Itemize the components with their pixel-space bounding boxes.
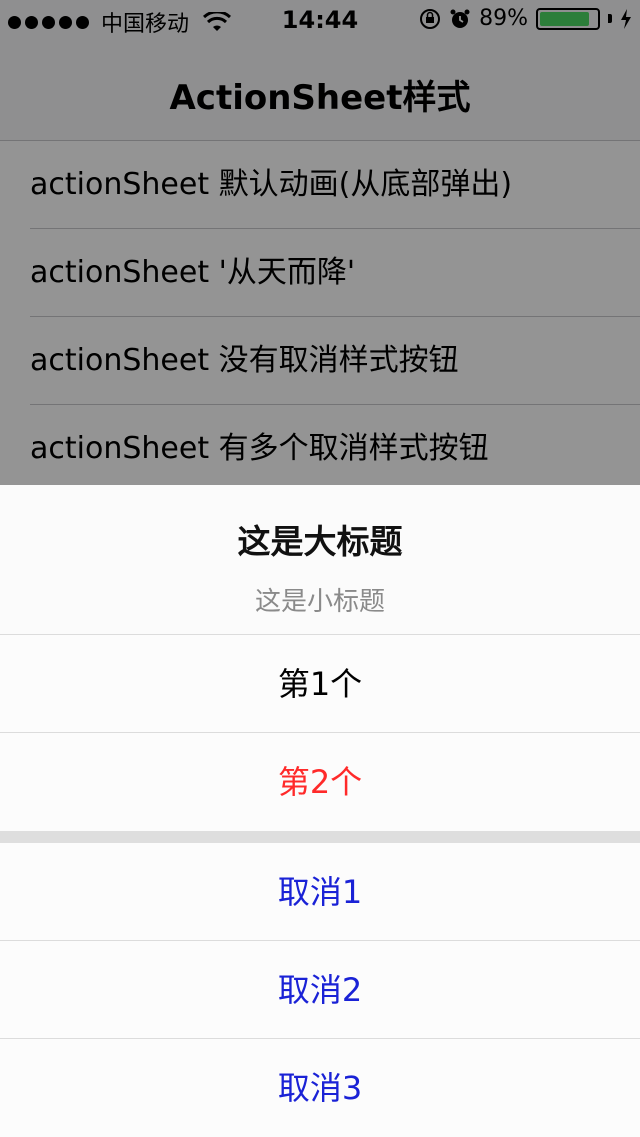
cancel-button-3[interactable]: 取消3 <box>0 1039 640 1137</box>
option-button-1[interactable]: 第1个 <box>0 635 640 733</box>
action-sheet-subtitle: 这是小标题 <box>254 587 385 617</box>
action-sheet-title: 这是大标题 <box>237 522 403 561</box>
cancel-button-2[interactable]: 取消2 <box>0 941 640 1039</box>
option-button-2[interactable]: 第2个 <box>0 733 640 831</box>
cancel-button-1[interactable]: 取消1 <box>0 843 640 941</box>
action-sheet-header: 这是大标题 这是小标题 <box>0 485 640 635</box>
section-separator <box>0 831 640 843</box>
action-sheet: 这是大标题 这是小标题 第1个 第2个 取消1 取消2 取消3 <box>0 485 640 1137</box>
